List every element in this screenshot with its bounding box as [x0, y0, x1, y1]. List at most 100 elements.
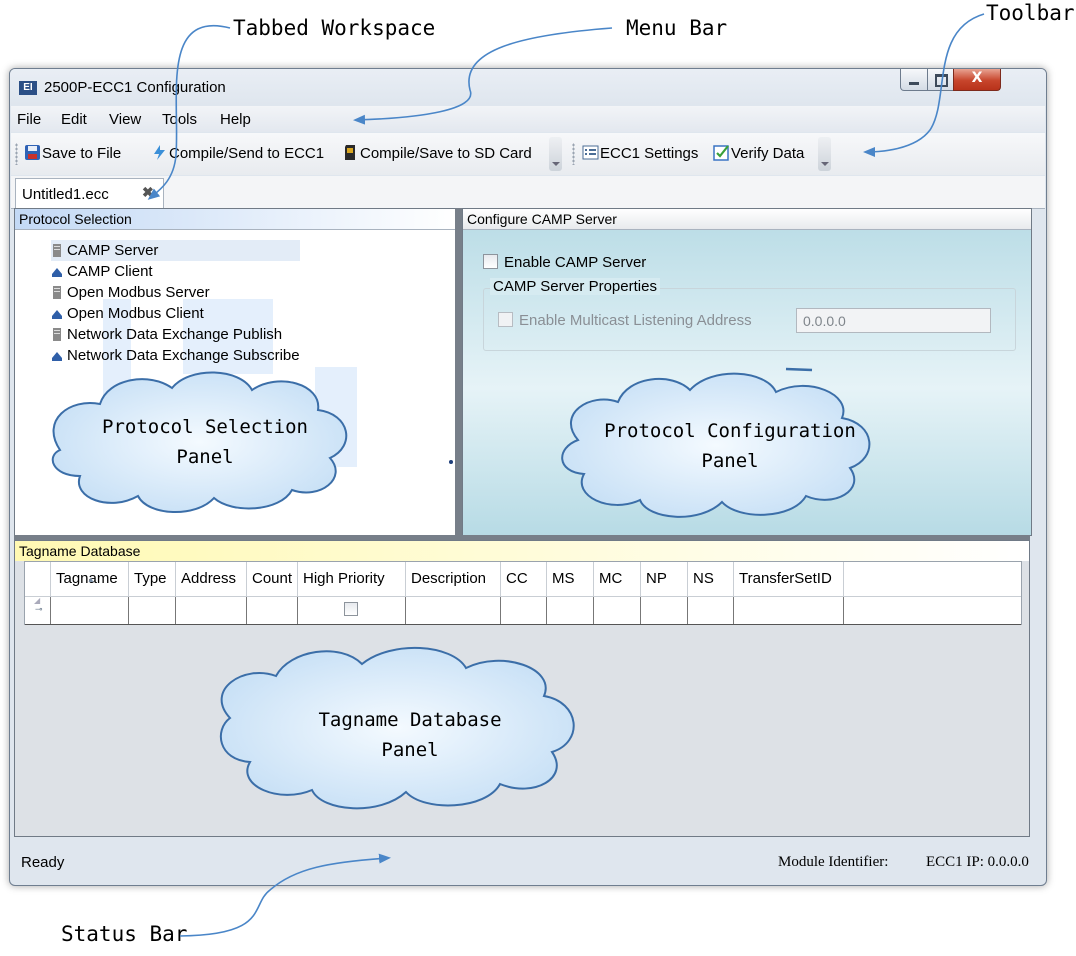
menu-edit[interactable]: Edit — [61, 111, 87, 128]
column-ms[interactable]: MS — [547, 562, 594, 596]
enable-camp-server-checkbox[interactable]: Enable CAMP Server — [483, 254, 646, 271]
vertical-splitter[interactable] — [455, 208, 462, 536]
cell-address[interactable] — [176, 597, 247, 624]
save-to-file-button[interactable]: Save to File — [24, 144, 121, 164]
cell-type[interactable] — [129, 597, 176, 624]
tree-item-label: Open Modbus Server — [67, 284, 210, 301]
cell-description[interactable] — [406, 597, 501, 624]
minimize-button[interactable] — [900, 69, 928, 91]
callout-status-bar: Status Bar — [61, 922, 188, 946]
toolbar-overflow-button[interactable] — [818, 137, 831, 171]
column-mc[interactable]: MC — [594, 562, 641, 596]
tree-item-open-modbus-server[interactable]: Open Modbus Server — [51, 282, 300, 303]
multicast-label: Enable Multicast Listening Address — [519, 312, 752, 329]
tagname-grid: ◢ ▲ Tagname Type Address Count High Prior… — [24, 561, 1022, 625]
high-priority-checkbox[interactable] — [344, 602, 358, 616]
toolbar-grip[interactable] — [572, 143, 575, 165]
close-button[interactable]: X — [953, 69, 1001, 91]
toolbar-overflow-button[interactable] — [549, 137, 562, 171]
menu-view[interactable]: View — [109, 111, 141, 128]
column-label: Type — [134, 570, 167, 587]
group-title: CAMP Server Properties — [490, 278, 660, 295]
cell-ns[interactable] — [688, 597, 734, 624]
column-address[interactable]: Address — [176, 562, 247, 596]
document-tab-strip: Untitled1.ecc ✖ — [11, 176, 1045, 209]
enable-multicast-checkbox[interactable]: Enable Multicast Listening Address — [498, 312, 752, 329]
cell-transfer-set-id[interactable] — [734, 597, 844, 624]
settings-list-icon — [582, 145, 599, 160]
column-label: MC — [599, 570, 623, 587]
cloud-label-protocol-selection: Protocol Selection Panel — [90, 412, 320, 472]
server-icon — [53, 286, 61, 299]
menu-help[interactable]: Help — [220, 111, 251, 128]
ecc1-settings-button[interactable]: ECC1 Settings — [582, 144, 698, 164]
column-high-priority[interactable]: High Priority — [298, 562, 406, 596]
tab-untitled1[interactable]: Untitled1.ecc ✖ — [15, 178, 164, 209]
column-label: Address — [181, 570, 237, 587]
column-label: Count — [252, 570, 293, 587]
verify-data-button[interactable]: Verify Data — [713, 144, 804, 164]
minimize-icon — [909, 82, 919, 85]
tree-item-camp-server[interactable]: CAMP Server — [51, 240, 300, 261]
cloud-label-line: Panel — [701, 450, 759, 472]
cell-high-priority[interactable] — [298, 597, 406, 624]
close-tab-icon[interactable]: ✖ — [142, 184, 154, 201]
grid-corner[interactable]: ◢ — [25, 562, 51, 605]
tagname-database-panel: Tagname Database ◢ ▲ Tagname Type Address… — [14, 540, 1030, 837]
column-description[interactable]: Description — [406, 562, 501, 596]
column-np[interactable]: NP — [641, 562, 688, 596]
column-tagname[interactable]: ▲ Tagname — [51, 562, 129, 596]
cell-mc[interactable] — [594, 597, 641, 624]
grid-header-row: ◢ ▲ Tagname Type Address Count High Prior… — [25, 562, 1021, 605]
sd-card-icon — [345, 145, 355, 160]
compile-save-sd-button[interactable]: Compile/Save to SD Card — [342, 144, 532, 164]
toolbar: Save to File Compile/Send to ECC1 Compil… — [11, 133, 1045, 175]
protocol-tree: CAMP Server CAMP Client Open Modbus Serv… — [51, 240, 300, 366]
verify-data-label: Verify Data — [731, 145, 805, 162]
maximize-button[interactable] — [927, 69, 954, 91]
table-row: ⊸ — [25, 597, 1021, 625]
column-label: High Priority — [303, 570, 385, 587]
column-count[interactable]: Count — [247, 562, 298, 596]
tagname-database-header: Tagname Database — [15, 541, 1029, 561]
close-icon: X — [971, 70, 983, 86]
row-header[interactable]: ⊸ — [25, 597, 51, 624]
cell-tagname[interactable] — [51, 597, 129, 624]
client-icon — [52, 310, 62, 319]
cloud-label-line: Panel — [381, 739, 439, 761]
cloud-label-tagname-database: Tagname Database Panel — [290, 705, 530, 765]
column-ns[interactable]: NS — [688, 562, 734, 596]
toolbar-grip[interactable] — [15, 143, 18, 165]
protocol-selection-header: Protocol Selection — [15, 209, 456, 230]
ecc1-settings-label: ECC1 Settings — [600, 145, 699, 162]
cell-ms[interactable] — [547, 597, 594, 624]
column-type[interactable]: Type — [129, 562, 176, 596]
column-transfer-set-id[interactable]: TransferSetID — [734, 562, 844, 596]
window-title: 2500P-ECC1 Configuration — [44, 79, 226, 96]
column-cc[interactable]: CC — [501, 562, 547, 596]
multicast-address-input[interactable]: 0.0.0.0 — [796, 308, 991, 333]
lightning-send-icon — [154, 145, 165, 160]
status-text: Ready — [21, 854, 65, 871]
menu-tools[interactable]: Tools — [162, 111, 197, 128]
cell-np[interactable] — [641, 597, 688, 624]
cloud-label-line: Panel — [176, 446, 234, 468]
tab-label: Untitled1.ecc — [22, 186, 109, 203]
tree-item-nde-subscribe[interactable]: Network Data Exchange Subscribe — [51, 345, 300, 366]
module-identifier-label: Module Identifier: — [778, 854, 889, 870]
cell-cc[interactable] — [501, 597, 547, 624]
compile-send-button[interactable]: Compile/Send to ECC1 — [151, 144, 324, 164]
tree-item-camp-client[interactable]: CAMP Client — [51, 261, 300, 282]
watermark-bar — [315, 367, 357, 467]
column-label: NS — [693, 570, 714, 587]
cloud-label-line: Tagname Database — [318, 709, 502, 731]
cloud-label-line: Protocol Configuration — [604, 420, 856, 442]
menu-file[interactable]: File — [17, 111, 41, 128]
tree-item-nde-publish[interactable]: Network Data Exchange Publish — [51, 324, 300, 345]
tree-item-label: Network Data Exchange Publish — [67, 326, 283, 343]
tree-item-open-modbus-client[interactable]: Open Modbus Client — [51, 303, 300, 324]
cell-count[interactable] — [247, 597, 298, 624]
tree-item-label: Open Modbus Client — [67, 305, 204, 322]
column-label: Description — [411, 570, 487, 587]
tree-item-label: Network Data Exchange Subscribe — [67, 347, 300, 364]
